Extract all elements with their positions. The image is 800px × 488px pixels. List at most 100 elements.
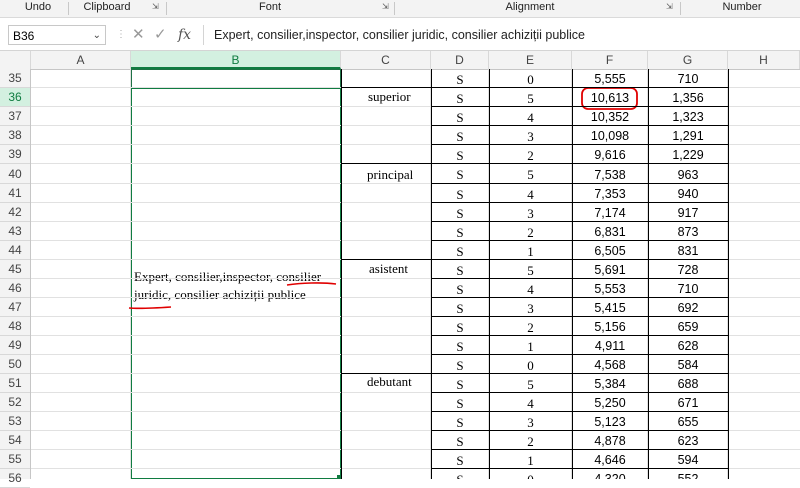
row-header-35[interactable]: 35 [0,69,30,88]
row-header-47[interactable]: 47 [0,298,30,317]
cell-b35[interactable] [131,69,341,88]
column-header-e[interactable]: E [489,51,572,69]
cell-g38[interactable]: 1,291 [648,126,728,145]
cell-f51[interactable]: 5,384 [572,374,648,393]
cell-d46[interactable]: S [431,279,489,298]
cell-f46[interactable]: 5,553 [572,279,648,298]
cell-g52[interactable]: 671 [648,393,728,412]
cell-f53[interactable]: 5,123 [572,412,648,431]
cell-d41[interactable]: S [431,184,489,203]
dialog-launcher-icon[interactable]: ⇲ [666,3,674,11]
cell-g35[interactable]: 710 [648,69,728,88]
select-all-corner[interactable] [0,51,31,69]
cell-g51[interactable]: 688 [648,374,728,393]
cell-e39[interactable]: 2 [489,145,572,164]
cell-d43[interactable]: S [431,222,489,241]
row-header-55[interactable]: 55 [0,450,30,469]
cell-g37[interactable]: 1,323 [648,107,728,126]
cell-d52[interactable]: S [431,393,489,412]
cell-g40[interactable]: 963 [648,164,728,184]
cell-d50[interactable]: S [431,355,489,374]
cell-e43[interactable]: 2 [489,222,572,241]
cell-f44[interactable]: 6,505 [572,241,648,260]
cell-e37[interactable]: 4 [489,107,572,126]
cell-d40[interactable]: S [431,164,489,184]
cell-g44[interactable]: 831 [648,241,728,260]
cell-e52[interactable]: 4 [489,393,572,412]
insert-function-icon[interactable]: fx [178,25,191,45]
cell-g43[interactable]: 873 [648,222,728,241]
cell-f41[interactable]: 7,353 [572,184,648,203]
cell-e36[interactable]: 5 [489,88,572,107]
cell-e35[interactable]: 0 [489,69,572,88]
cell-d56[interactable]: S [431,469,489,479]
row-header-42[interactable]: 42 [0,203,30,222]
cell-e42[interactable]: 3 [489,203,572,222]
row-header-36[interactable]: 36 [0,88,30,107]
row-header-49[interactable]: 49 [0,336,30,355]
cell-g50[interactable]: 584 [648,355,728,374]
cell-d45[interactable]: S [431,260,489,279]
dialog-launcher-icon[interactable]: ⇲ [382,3,390,11]
column-header-b[interactable]: B [131,51,341,69]
cell-f37[interactable]: 10,352 [572,107,648,126]
column-header-h[interactable]: H [728,51,800,69]
column-header-a[interactable]: A [31,51,131,69]
row-header-54[interactable]: 54 [0,431,30,450]
cell-g39[interactable]: 1,229 [648,145,728,164]
cell-g36[interactable]: 1,356 [648,88,728,107]
row-header-41[interactable]: 41 [0,184,30,203]
row-header-43[interactable]: 43 [0,222,30,241]
cell-d54[interactable]: S [431,431,489,450]
cell-e50[interactable]: 0 [489,355,572,374]
dialog-launcher-icon[interactable]: ⇲ [152,3,160,11]
cell-f42[interactable]: 7,174 [572,203,648,222]
cell-g49[interactable]: 628 [648,336,728,355]
cell-d55[interactable]: S [431,450,489,469]
cell-g56[interactable]: 552 [648,469,728,479]
cell-g48[interactable]: 659 [648,317,728,336]
cell-e49[interactable]: 1 [489,336,572,355]
column-header-g[interactable]: G [648,51,728,69]
cell-f55[interactable]: 4,646 [572,450,648,469]
cell-d42[interactable]: S [431,203,489,222]
worksheet-grid[interactable]: Expert, consilier,inspector, consilier j… [31,69,800,479]
cell-d48[interactable]: S [431,317,489,336]
cell-e54[interactable]: 2 [489,431,572,450]
cell-f54[interactable]: 4,878 [572,431,648,450]
cell-d49[interactable]: S [431,336,489,355]
row-header-40[interactable]: 40 [0,164,30,184]
column-header-d[interactable]: D [431,51,489,69]
cell-f52[interactable]: 5,250 [572,393,648,412]
cell-d53[interactable]: S [431,412,489,431]
row-header-52[interactable]: 52 [0,393,30,412]
cell-d37[interactable]: S [431,107,489,126]
cell-f45[interactable]: 5,691 [572,260,648,279]
name-box[interactable]: B36 ⌄ [8,25,106,45]
cell-e55[interactable]: 1 [489,450,572,469]
cell-g54[interactable]: 623 [648,431,728,450]
cell-e53[interactable]: 3 [489,412,572,431]
cell-f49[interactable]: 4,911 [572,336,648,355]
cell-f56[interactable]: 4,320 [572,469,648,479]
cell-e38[interactable]: 3 [489,126,572,145]
cell-e45[interactable]: 5 [489,260,572,279]
cell-g55[interactable]: 594 [648,450,728,469]
cell-f39[interactable]: 9,616 [572,145,648,164]
cell-g53[interactable]: 655 [648,412,728,431]
cell-g46[interactable]: 710 [648,279,728,298]
cell-e51[interactable]: 5 [489,374,572,393]
row-header-44[interactable]: 44 [0,241,30,260]
cancel-icon[interactable]: ✕ [132,25,145,45]
cell-e44[interactable]: 1 [489,241,572,260]
cell-d38[interactable]: S [431,126,489,145]
row-header-46[interactable]: 46 [0,279,30,298]
cell-f35[interactable]: 5,555 [572,69,648,88]
cell-d39[interactable]: S [431,145,489,164]
enter-icon[interactable]: ✓ [154,25,167,45]
cell-g45[interactable]: 728 [648,260,728,279]
row-header-37[interactable]: 37 [0,107,30,126]
cell-e41[interactable]: 4 [489,184,572,203]
cell-f43[interactable]: 6,831 [572,222,648,241]
cell-f47[interactable]: 5,415 [572,298,648,317]
